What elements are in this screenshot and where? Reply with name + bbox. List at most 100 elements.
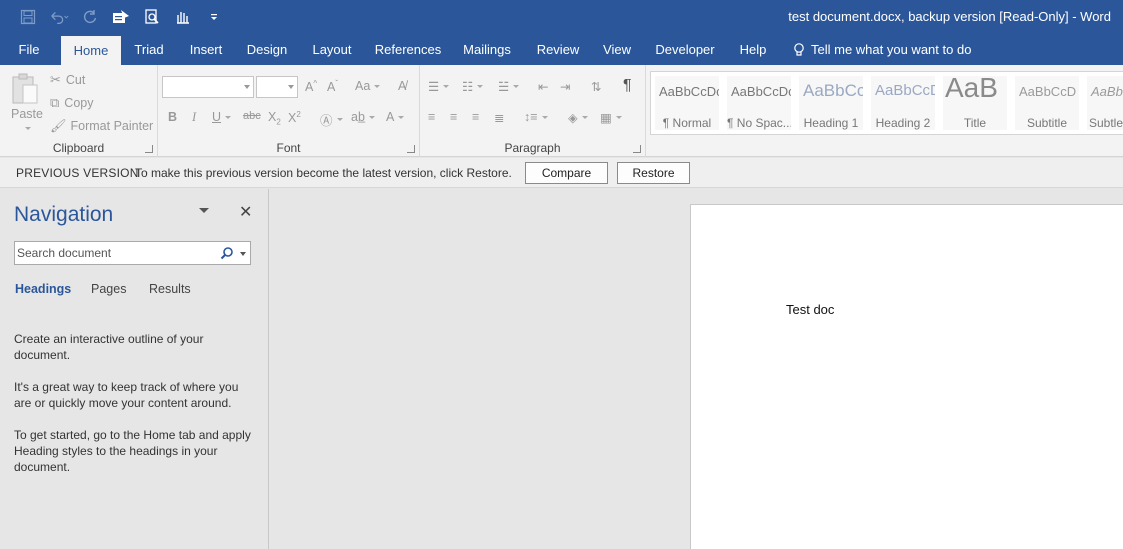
italic-icon: I [192,110,197,124]
cut-button[interactable]: ✂ Cut [50,72,85,88]
align-left-button[interactable]: ≡ [428,110,435,124]
bullets-button[interactable]: ☰ [428,79,450,94]
justify-button[interactable]: ≣ [494,110,504,125]
tab-layout[interactable]: Layout [304,34,360,65]
show-formatting-button[interactable]: ¶ [623,77,632,95]
chevron-down-icon[interactable] [199,208,209,213]
search-box [14,241,251,265]
borders-button[interactable]: ▦ [600,110,622,125]
tab-view[interactable]: View [596,34,638,65]
bold-button[interactable]: B [168,110,177,124]
touch-mode-icon[interactable] [173,7,193,27]
redo-icon[interactable] [80,7,100,27]
clipboard-group: Paste ✂ Cut ⧉ Copy 🖌 Format Painter Clip… [0,65,158,157]
tab-review[interactable]: Review [530,34,586,65]
tab-file[interactable]: File [0,34,58,65]
clipboard-launcher-icon[interactable] [145,145,153,153]
brush-icon: 🖌 [50,118,67,133]
subscript-button[interactable]: X2 [268,110,281,127]
restore-button[interactable]: Restore [617,162,690,184]
ribbon: Paste ✂ Cut ⧉ Copy 🖌 Format Painter Clip… [0,65,1123,157]
tab-home[interactable]: Home [61,36,121,65]
sort-button[interactable]: ⇅ [591,79,601,94]
style-sample: AaBbCcDc [731,84,791,99]
nav-help-text: It's a great way to keep track of where … [14,380,239,410]
save-icon[interactable] [18,7,38,27]
justify-icon: ≣ [494,111,505,125]
superscript-button[interactable]: X2 [288,110,301,125]
style-sample: AaBbCc [803,81,863,100]
compare-button[interactable]: Compare [525,162,608,184]
style-heading-1[interactable]: AaBbCc Heading 1 [799,76,863,130]
paint-bucket-icon: ◈ [568,111,578,125]
font-name-combo[interactable] [162,76,254,98]
underline-button[interactable]: U [212,110,232,124]
increase-indent-button[interactable]: ⇥ [560,79,570,94]
align-right-button[interactable]: ≡ [472,110,479,124]
paragraph-label: Paragraph [504,141,561,155]
document-text[interactable]: Test doc [786,302,834,317]
format-painter-label: Format Painter [70,119,154,133]
change-case-button[interactable]: Aa [355,79,381,93]
font-size-combo[interactable] [256,76,298,98]
navigation-pane: Navigation ✕ Headings Pages Results Crea… [0,189,269,549]
style-subtitle[interactable]: AaBbCcD Subtitle [1015,76,1079,130]
shrink-font-button[interactable]: Aˇ [327,79,338,94]
qat-dropdown-icon[interactable] [204,7,224,27]
grow-font-button[interactable]: A^ [305,79,317,94]
search-icon[interactable] [220,246,234,260]
align-left-icon: ≡ [428,110,436,124]
style-title[interactable]: AaB Title [943,76,1007,130]
nav-tab-pages[interactable]: Pages [91,282,126,296]
borders-icon: ▦ [600,111,612,125]
multilevel-list-button[interactable]: ☱ [498,79,520,94]
strikethrough-button[interactable]: abc [243,110,261,122]
tab-insert[interactable]: Insert [180,34,232,65]
style-name: Heading 1 [803,116,859,130]
underline-icon: U [212,110,222,124]
nav-tab-results[interactable]: Results [149,282,191,296]
paragraph-launcher-icon[interactable] [633,145,641,153]
numbering-button[interactable]: ☷ [462,79,484,94]
style-heading-2[interactable]: AaBbCcD Heading 2 [871,76,935,130]
print-preview-icon[interactable] [142,7,162,27]
tab-developer[interactable]: Developer [650,34,720,65]
decrease-indent-button[interactable]: ⇤ [538,79,548,94]
undo-icon[interactable] [49,7,69,27]
paste-button[interactable]: Paste [9,71,43,133]
tab-references[interactable]: References [368,34,448,65]
align-center-button[interactable]: ≡ [450,110,457,124]
search-input[interactable] [17,244,212,262]
close-icon[interactable]: ✕ [239,202,252,222]
clear-formatting-button[interactable]: A̸ [398,79,406,93]
paste-dropdown-icon[interactable] [25,127,31,130]
chevron-down-icon [288,85,294,89]
document-page[interactable]: Test doc [690,204,1123,549]
format-painter-button[interactable]: 🖌 Format Painter [50,118,153,134]
tab-triad[interactable]: Triad [125,34,173,65]
style-normal[interactable]: AaBbCcDc ¶ Normal [655,76,719,130]
styles-gallery: AaBbCcDc ¶ Normal AaBbCcDc ¶ No Spac... … [650,71,1123,135]
search-options-icon[interactable] [240,252,246,256]
tab-mailings[interactable]: Mailings [456,34,518,65]
font-launcher-icon[interactable] [407,145,415,153]
style-no-spacing[interactable]: AaBbCcDc ¶ No Spac... [727,76,791,130]
highlight-button[interactable]: ab̲ [351,110,375,124]
style-subtle-emphasis[interactable]: AaBbC Subtle [1087,76,1123,130]
line-spacing-button[interactable]: ↕≡ [524,110,548,124]
tell-me-search[interactable]: Tell me what you want to do [793,34,971,65]
shading-button[interactable]: ◈ [568,110,588,125]
font-color-button[interactable]: A [386,110,405,124]
italic-button[interactable]: I [192,110,196,125]
tab-help[interactable]: Help [732,34,774,65]
sort-icon: ⇅ [591,80,602,94]
tab-design[interactable]: Design [240,34,294,65]
text-effects-button[interactable]: Ⓐ [320,110,343,129]
superscript-icon: X2 [288,110,301,126]
paragraph-group: ☰ ☷ ☱ ⇤ ⇥ ⇅ ¶ ≡ ≡ ≡ ≣ ↕≡ ◈ ▦ Paragraph [420,65,646,157]
nav-tab-headings[interactable]: Headings [15,282,71,296]
highlighter-icon: ab̲ [351,110,365,124]
tell-me-text: Tell me what you want to do [811,42,972,57]
customize-icon[interactable] [111,7,131,27]
copy-button[interactable]: ⧉ Copy [50,95,93,111]
